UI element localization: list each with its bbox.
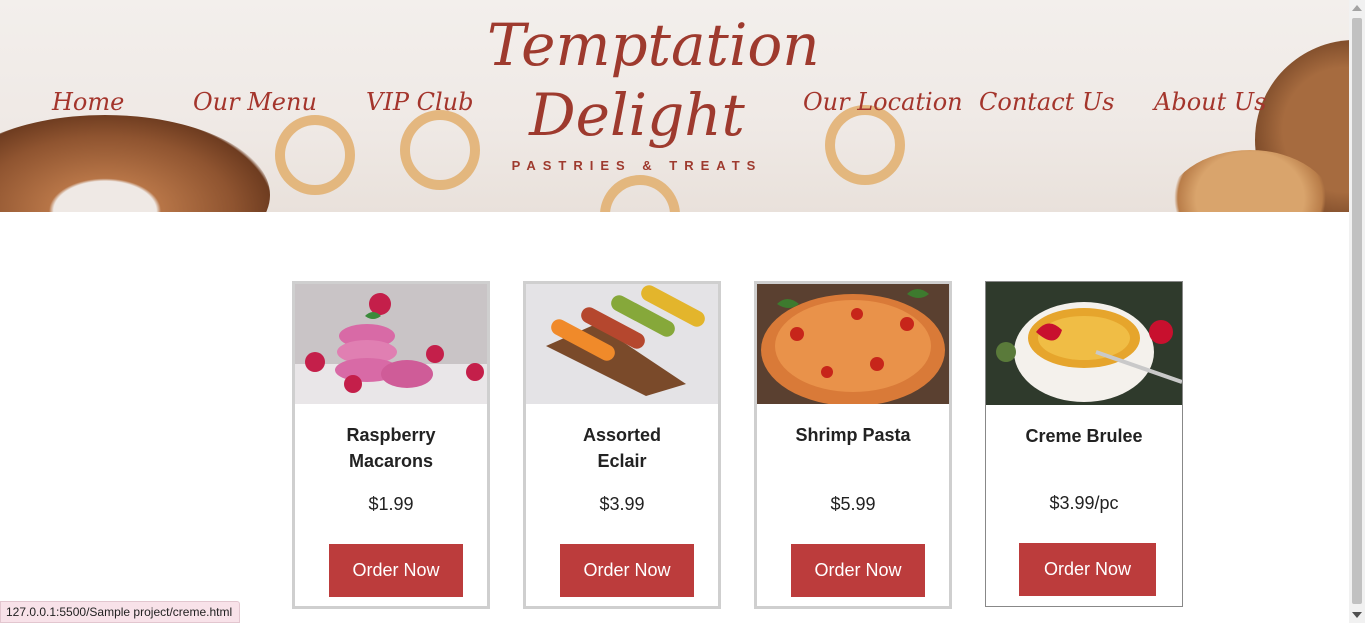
nav-our-menu[interactable]: Our Menu [193,88,317,116]
product-image[interactable] [526,284,718,404]
product-name: Shrimp Pasta [795,425,911,445]
eclair-photo-icon [526,284,718,404]
status-bar-url: 127.0.0.1:5500/Sample project/creme.html [0,601,241,623]
scroll-down-arrow-icon[interactable] [1352,612,1362,618]
nav-contact-us[interactable]: Contact Us [979,88,1114,116]
nav-our-location[interactable]: Our Location [803,88,963,116]
product-card-assorted-eclair: Assorted Eclair $3.99 Order Now [523,281,721,609]
product-name: Creme Brulee [1025,426,1143,446]
order-now-button[interactable]: Order Now [560,544,694,597]
brand-logo[interactable]: Temptation Delight PASTRIES & TREATS [487,10,820,173]
order-now-button[interactable]: Order Now [791,544,925,597]
vertical-scrollbar[interactable] [1349,0,1365,623]
order-now-button[interactable]: Order Now [1019,543,1156,596]
order-now-button[interactable]: Order Now [329,544,463,597]
product-card-creme-brulee: Creme Brulee $3.99/pc Order Now [985,281,1183,607]
nav-home[interactable]: Home [52,88,124,116]
logo-tagline: PASTRIES & TREATS [511,158,763,173]
product-price: $5.99 [830,494,876,514]
header-banner: Home Our Menu VIP Club Temptation Deligh… [0,0,1349,212]
nav-vip-club[interactable]: VIP Club [366,88,473,116]
product-price: $3.99/pc [1049,493,1119,513]
pretzel-image [825,105,905,185]
creme-brulee-photo-icon [986,282,1182,405]
product-image[interactable] [986,282,1182,405]
pretzel-image [600,175,680,212]
product-card-raspberry-macarons: Raspberry Macarons $1.99 Order Now [292,281,490,609]
nav-about-us[interactable]: About Us [1154,88,1266,116]
scroll-thumb[interactable] [1352,18,1362,604]
pasta-photo-icon [757,284,949,404]
bagel-image [0,115,270,212]
product-card-shrimp-pasta: Shrimp Pasta $5.99 Order Now [754,281,952,609]
macarons-photo-icon [295,284,487,404]
product-price: $1.99 [368,494,414,514]
product-price: $3.99 [599,494,645,514]
logo-title-line1: Temptation [487,11,820,79]
product-name: Raspberry Macarons [346,425,436,471]
product-image[interactable] [757,284,949,404]
product-image[interactable] [295,284,487,404]
logo-title-line2: Delight [529,81,745,149]
scroll-up-arrow-icon[interactable] [1352,5,1362,11]
pretzel-image [275,115,355,195]
pretzel-image [400,110,480,190]
product-name: Assorted Eclair [582,425,662,471]
